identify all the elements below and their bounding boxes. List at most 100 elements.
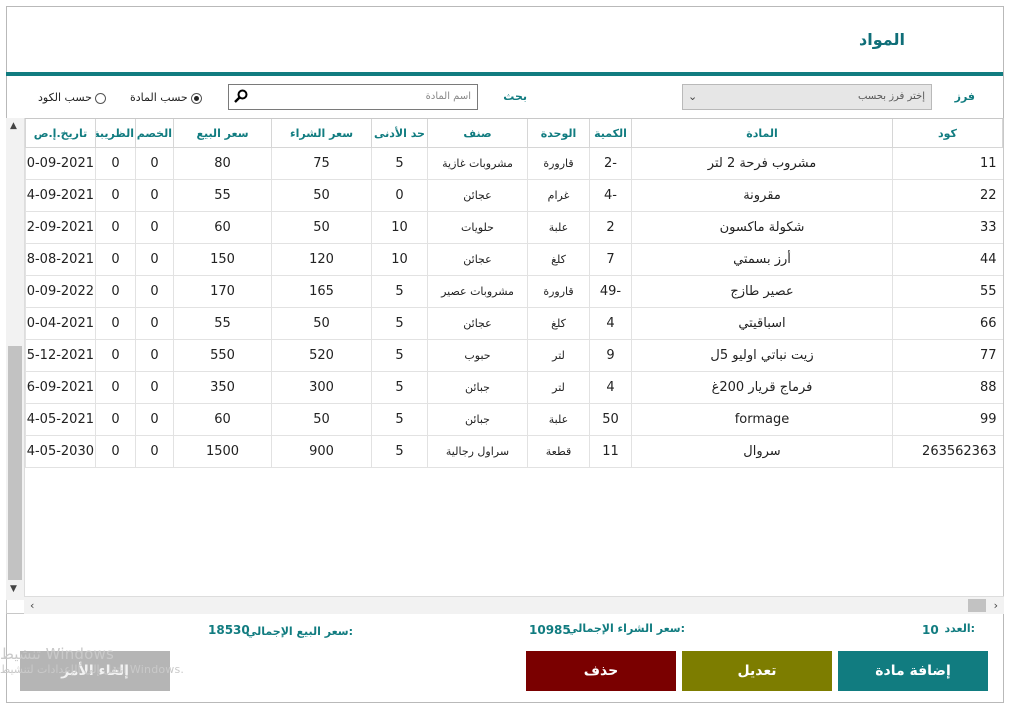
table-cell: 11 [589,435,632,468]
table-cell: -49 [589,275,632,308]
table-row[interactable]: 77 زيت نباتي اوليو 5ل 9 لتر حبوب 5 520 550 0 0 05-… [25,339,1003,372]
sort-label: فرز [954,90,975,103]
horizontal-scrollbar[interactable]: ‹ › [24,596,1004,614]
column-header[interactable]: حد الأدنى [371,119,428,148]
table-cell: زيت نباتي اوليو 5ل [631,339,893,372]
table-cell: كلغ [527,307,590,340]
table-cell: مشروبات غازية [427,147,528,180]
table-cell: 18-08-2021 [25,243,96,276]
delete-button[interactable]: حذف [526,651,676,691]
table-row[interactable]: 55 عصير طازج -49 قارورة مشروبات عصير 5 165 170 0… [25,275,1003,308]
count-label: العدد: [944,622,975,635]
add-item-button[interactable]: إضافة مادة [838,651,988,691]
table-cell: سراول رجالية [427,435,528,468]
table-cell: -4 [589,179,632,212]
table-cell: 0 [135,371,174,404]
column-header[interactable]: الوحدة [527,119,590,148]
scroll-down-icon[interactable]: ▼ [10,584,17,594]
table-cell: 0 [95,371,136,404]
horizontal-scroll-thumb[interactable] [968,599,986,612]
table-cell: 80 [173,147,272,180]
table-cell: 50 [271,307,372,340]
table-cell: 99 [892,403,1003,436]
search-input[interactable]: اسم المادة [228,84,478,110]
table-cell: 0 [135,275,174,308]
table-cell: 0 [371,179,428,212]
table-cell: عجائن [427,307,528,340]
table-cell: 0 [135,179,174,212]
scroll-up-icon[interactable]: ▲ [10,121,17,131]
table-cell: 60 [173,403,272,436]
table-row[interactable]: 33 شكولة ماكسون 2 علبة حلويات 10 50 60 0 0 02-09-2… [25,211,1003,244]
table-cell: لتر [527,371,590,404]
table-row[interactable]: 11 مشروب فرحة 2 لتر -2 قارورة مشروبات غازية 5… [25,147,1003,180]
table-cell: 5 [371,339,428,372]
table-cell: 60 [173,211,272,244]
table-cell: جبائن [427,403,528,436]
table-cell: 5 [371,371,428,404]
table-row[interactable]: 22 مقرونة -4 غرام عجائن 0 50 55 0 0 14-09-2021 [25,179,1003,212]
table-cell: 9 [589,339,632,372]
table-cell: كلغ [527,243,590,276]
page-title: المواد [859,30,905,49]
table-cell: 0 [95,243,136,276]
column-header[interactable]: كود [892,119,1003,148]
table-cell: علبة [527,403,590,436]
table-cell: 50 [271,211,372,244]
vertical-scroll-thumb[interactable] [8,346,22,580]
purchase-total-label: سعر الشراء الإجمالي: [567,622,685,635]
column-header[interactable]: صنف [427,119,528,148]
table-cell: 0 [135,403,174,436]
table-cell: 5 [371,403,428,436]
purchase-total-value: 10985 [529,623,571,637]
radio-unselected-icon [94,92,106,104]
table-cell: 02-09-2021 [25,211,96,244]
table-cell: 0 [135,211,174,244]
table-row[interactable]: 263562363 سروال 11 قطعة سراول رجالية 5 900 1500… [25,435,1003,468]
radio-by-code[interactable]: حسب الكود [38,91,106,104]
table-cell: سروال [631,435,893,468]
column-header[interactable]: المادة [631,119,893,148]
table-cell: 0 [95,179,136,212]
table-cell: 4 [589,371,632,404]
table-cell: قارورة [527,147,590,180]
table-cell: 20-09-2022 [25,275,96,308]
table-cell: -2 [589,147,632,180]
watermark-line1: تنشيط Windows [0,645,114,663]
table-row[interactable]: 99 formage 50 علبة جبائن 5 50 60 0 0 04-05-2021 [25,403,1003,436]
scroll-left-icon[interactable]: ‹ [30,599,34,612]
column-header[interactable]: سعر الشراء [271,119,372,148]
table-cell: 0 [95,435,136,468]
column-header[interactable]: تاريخ.إ.ص [25,119,96,148]
table-cell: 0 [95,403,136,436]
table-cell: حبوب [427,339,528,372]
table-row[interactable]: 66 اسباقيتي 4 كلغ عجائن 5 50 55 0 0 20-04-2021 [25,307,1003,340]
table-cell: 22 [892,179,1003,212]
table-row[interactable]: 44 أرز بسمتي 7 كلغ عجائن 10 120 150 0 0 18-08-2021 [25,243,1003,276]
vertical-scrollbar[interactable]: ▲ ▼ [6,118,25,600]
watermark-line2: انتقل إلى الإعدادات لتنشيط Windows. [0,663,185,676]
table-cell: 77 [892,339,1003,372]
table-cell: 2 [589,211,632,244]
column-header[interactable]: الكمية [589,119,632,148]
sort-dropdown[interactable]: إختر فرز بحسب ⌄ [682,84,932,110]
column-header[interactable]: سعر البيع [173,119,272,148]
search-icon[interactable] [233,88,249,104]
radio-by-item-label: حسب المادة [130,91,188,104]
table-row[interactable]: 88 فرماج قريار 200غ 4 لتر جبائن 5 300 350 0 0 26-0… [25,371,1003,404]
radio-by-item[interactable]: حسب المادة [130,91,202,104]
column-header[interactable]: الظريبة [95,119,136,148]
table-cell: 1500 [173,435,272,468]
edit-button[interactable]: تعديل [682,651,832,691]
table-cell: 20-04-2021 [25,307,96,340]
scroll-right-icon[interactable]: › [994,599,998,612]
table-cell: غرام [527,179,590,212]
table-cell: 0 [135,243,174,276]
table-cell: فرماج قريار 200غ [631,371,893,404]
table-cell: 165 [271,275,372,308]
column-header[interactable]: الخصم [135,119,174,148]
table-cell: 0 [135,435,174,468]
items-table: كود المادة الكمية الوحدة صنف حد الأدنى سعر الش… [25,119,1003,468]
table-cell: 11 [892,147,1003,180]
table-cell: 04-05-2021 [25,403,96,436]
